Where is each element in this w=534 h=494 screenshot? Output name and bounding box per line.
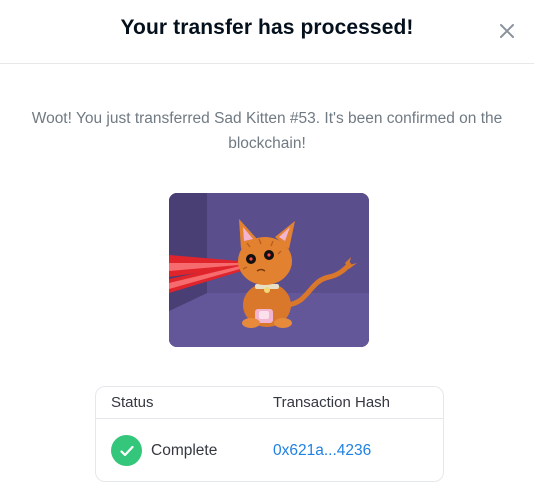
close-icon[interactable]	[499, 23, 515, 39]
modal-title: Your transfer has processed!	[120, 16, 414, 39]
check-circle-icon	[111, 435, 142, 466]
transfer-modal: Your transfer has processed! Woot! You j…	[0, 0, 534, 494]
transaction-hash-link[interactable]: 0x621a...4236	[273, 442, 371, 460]
confirmation-message: Woot! You just transferred Sad Kitten #5…	[31, 110, 503, 152]
hash-column-header: Transaction Hash	[273, 394, 390, 411]
table-header: Status Transaction Hash	[96, 387, 443, 419]
status-column-header: Status	[111, 394, 154, 411]
status-cell: Complete	[111, 435, 217, 466]
transaction-table: Status Transaction Hash Complete 0x621a.…	[95, 386, 444, 482]
sad-kitten-artwork	[169, 193, 369, 347]
close-button[interactable]	[494, 18, 520, 44]
nft-image	[169, 193, 369, 347]
status-value: Complete	[151, 441, 218, 459]
modal-header: Your transfer has processed!	[0, 0, 534, 64]
